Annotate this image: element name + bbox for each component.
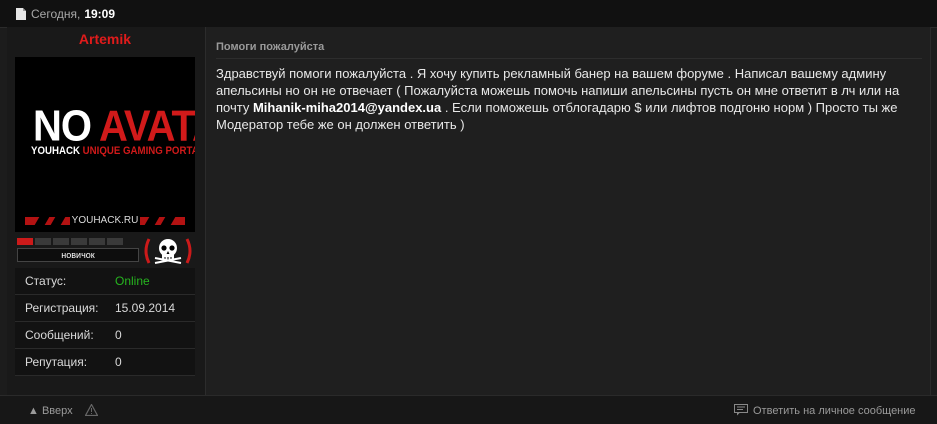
rank-segment — [71, 238, 87, 245]
post-footer-bar: ▲ Вверх Ответить на личное сообщение — [0, 395, 937, 424]
stat-messages: Сообщений: 0 — [15, 322, 195, 349]
stat-label: Статус: — [25, 274, 67, 288]
post-title: Помоги пожалуйста — [216, 41, 325, 53]
avatar-subtitle-white: YOUHACK — [31, 145, 80, 157]
date-label: Сегодня, — [31, 7, 81, 21]
post-date: Сегодня, 19:09 — [31, 7, 115, 21]
post-divider — [216, 58, 922, 59]
author-avatar[interactable]: NOAVATAR YOUHACK UNIQUE GAMING PORTAL YO… — [15, 57, 195, 232]
avatar-subtitle-red: UNIQUE GAMING PORTAL — [82, 145, 195, 157]
rank-progress — [17, 238, 137, 246]
avatar-title-white: NO — [33, 101, 92, 151]
warning-icon[interactable] — [85, 404, 98, 416]
status-badge: Online — [115, 274, 150, 288]
reply-icon — [734, 404, 748, 416]
post-body: Здравствуй помоги пожалуйста . Я хочу ку… — [216, 65, 916, 133]
avatar-title: NOAVATAR — [33, 102, 195, 152]
stat-value: 0 — [115, 355, 122, 369]
post-time: 19:09 — [84, 7, 116, 21]
rank-segment — [35, 238, 51, 245]
rank-segment — [107, 238, 123, 245]
avatar-site: YOUHACK.RU — [70, 215, 140, 227]
scroll-top-link[interactable]: ▲ Вверх — [28, 405, 73, 417]
post-email[interactable]: Mihanik-miha2014@yandex.ua — [253, 100, 441, 115]
author-username[interactable]: Artemik — [15, 31, 195, 47]
stat-registration: Регистрация: 15.09.2014 — [15, 295, 195, 322]
post-header-bar: Сегодня, 19:09 — [0, 0, 937, 28]
reply-private-link[interactable]: Ответить на личное сообщение — [753, 405, 916, 417]
stat-value: 15.09.2014 — [115, 301, 176, 315]
document-icon — [16, 8, 26, 20]
stat-label: Сообщений: — [25, 328, 94, 342]
stat-reputation: Репутация: 0 — [15, 349, 195, 376]
rank-label: новичок — [17, 248, 139, 262]
stat-value: 0 — [115, 328, 122, 342]
rank-segment — [89, 238, 105, 245]
stat-label: Репутация: — [25, 355, 88, 369]
skull-icon — [144, 238, 192, 264]
rank-segment — [17, 238, 33, 245]
stat-status: Статус: Online — [15, 268, 195, 295]
avatar-title-red: AVATAR — [99, 101, 195, 151]
avatar-subtitle: YOUHACK UNIQUE GAMING PORTAL — [31, 145, 195, 157]
rank-segment — [53, 238, 69, 245]
stat-label: Регистрация: — [25, 301, 99, 315]
